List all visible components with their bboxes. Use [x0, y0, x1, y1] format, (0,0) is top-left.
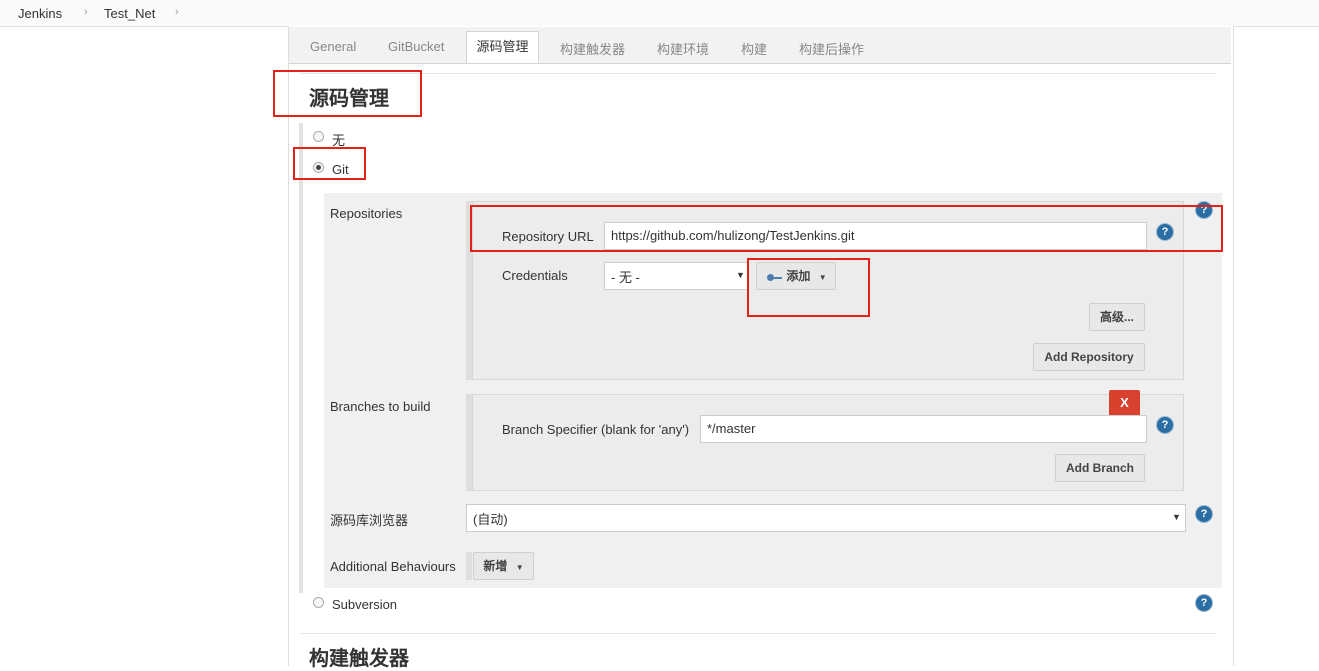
section-divider — [300, 633, 1216, 634]
credentials-label: Credentials — [502, 268, 568, 283]
section-divider — [300, 73, 1216, 74]
tab-build[interactable]: 构建 — [741, 39, 767, 58]
branches-label: Branches to build — [330, 399, 431, 414]
branch-specifier-label: Branch Specifier (blank for 'any') — [502, 422, 690, 437]
add-behaviour-button[interactable]: 新增 ▼ — [473, 552, 534, 580]
tab-build-environment[interactable]: 构建环境 — [657, 39, 709, 58]
breadcrumb-separator-icon: › — [175, 6, 179, 18]
breadcrumb-separator-icon: › — [84, 6, 88, 18]
breadcrumb-test-net[interactable]: Test_Net — [104, 6, 155, 21]
highlight-box-repo-url — [470, 205, 1223, 252]
tab-gitbucket[interactable]: GitBucket — [388, 39, 444, 54]
repository-browser-help-icon[interactable]: ? — [1196, 506, 1212, 522]
repository-browser-select[interactable]: (自动) — [466, 504, 1186, 532]
breadcrumb-jenkins[interactable]: Jenkins — [18, 6, 62, 21]
tab-general[interactable]: General — [310, 39, 356, 54]
tab-build-triggers[interactable]: 构建触发器 — [560, 39, 625, 58]
breadcrumb — [0, 0, 1319, 27]
advanced-button[interactable]: 高级... — [1089, 303, 1145, 331]
highlight-box-title — [273, 70, 422, 117]
tab-post-build-actions[interactable]: 构建后操作 — [799, 39, 864, 58]
repositories-label: Repositories — [330, 206, 403, 221]
behaviours-strip — [466, 552, 472, 580]
radio-subversion-label: Subversion — [332, 597, 398, 612]
add-branch-button[interactable]: Add Branch — [1055, 454, 1145, 482]
section-indent-line — [299, 123, 303, 593]
repository-browser-value: (自动) — [473, 512, 508, 527]
add-behaviour-label: 新增 — [483, 559, 508, 573]
highlight-box-add-credentials — [747, 258, 870, 317]
radio-subversion[interactable] — [313, 597, 324, 608]
highlight-box-git — [293, 147, 366, 180]
repository-browser-label: 源码库浏览器 — [330, 513, 409, 528]
subversion-help-icon[interactable]: ? — [1196, 595, 1212, 611]
branch-specifier-input[interactable]: */master — [700, 415, 1147, 443]
branch-specifier-help-icon[interactable]: ? — [1157, 417, 1173, 433]
radio-none[interactable] — [313, 131, 324, 142]
chevron-down-icon: ▼ — [515, 563, 524, 572]
repository-browser-dropdown-icon: ▼ — [1172, 512, 1181, 522]
add-repository-button[interactable]: Add Repository — [1033, 343, 1145, 371]
credentials-select[interactable]: - 无 - — [604, 262, 748, 290]
additional-behaviours-label: Additional Behaviours — [330, 559, 456, 574]
tab-source-code-management[interactable]: 源码管理 — [466, 31, 539, 63]
delete-branch-button[interactable]: X — [1109, 390, 1140, 417]
credentials-value: - 无 - — [611, 270, 640, 285]
credentials-dropdown-icon: ▼ — [736, 270, 745, 280]
